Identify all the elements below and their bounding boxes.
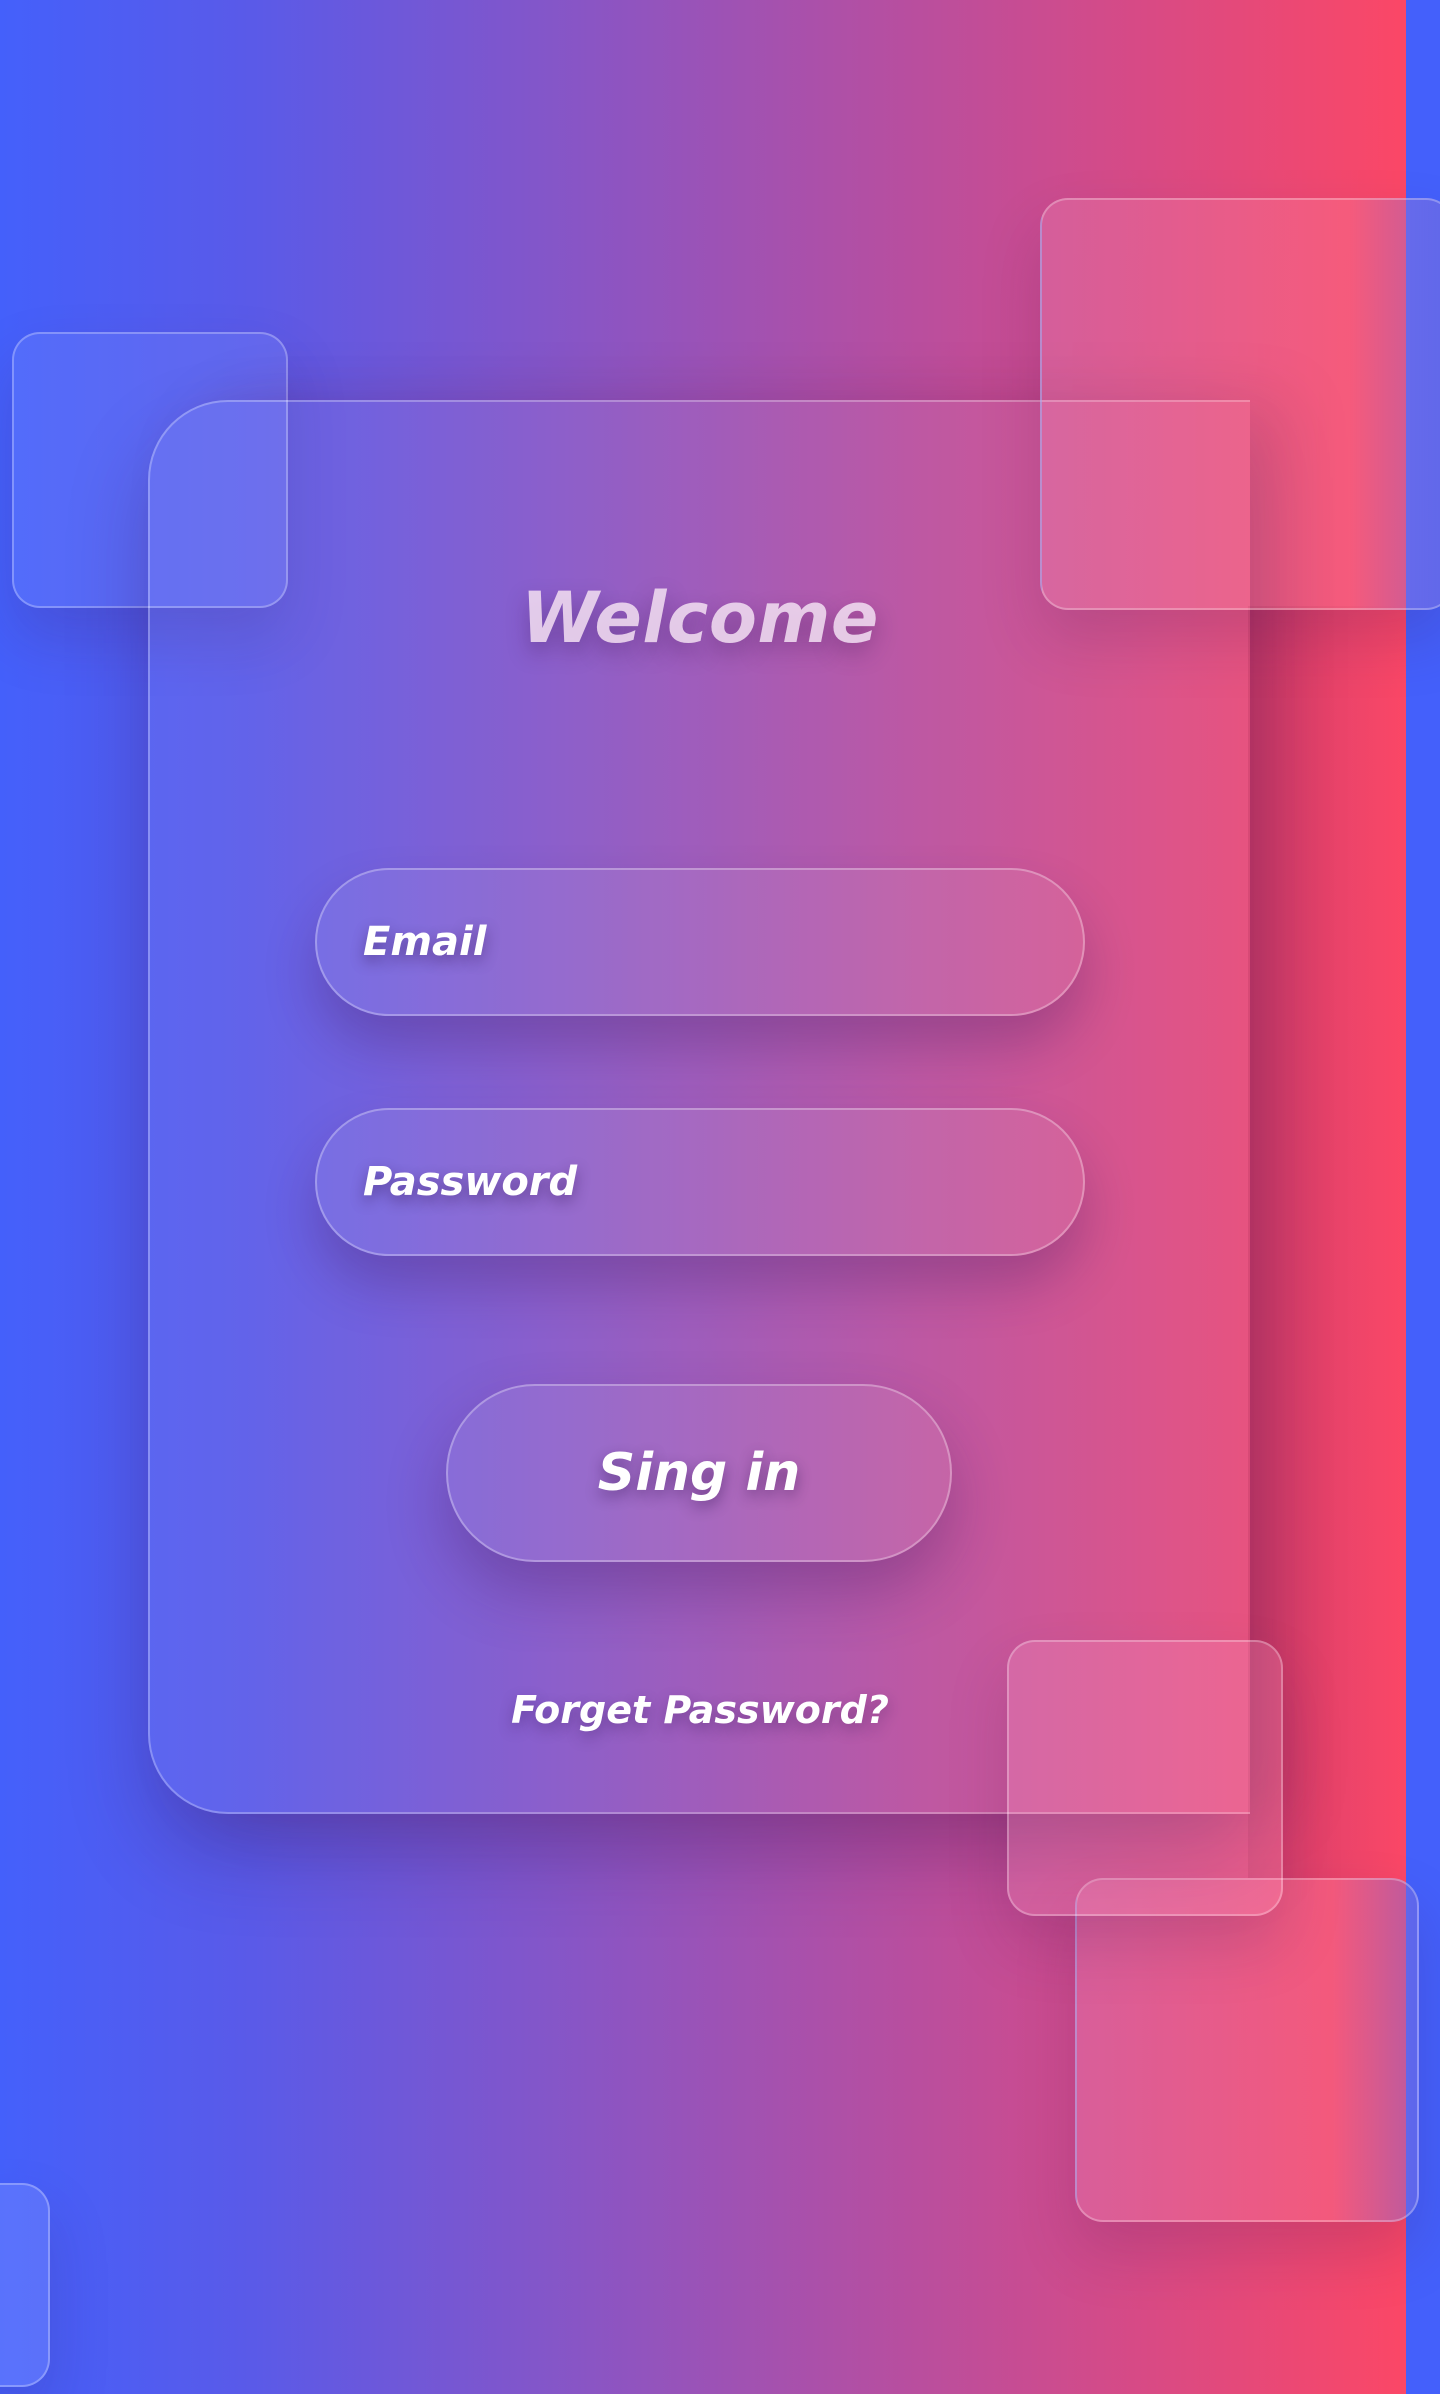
password-placeholder: Password (363, 1159, 578, 1205)
decorative-glass-square-top-right (1040, 198, 1440, 610)
email-field[interactable]: Email (315, 868, 1085, 1016)
decorative-glass-square-mid-right (1007, 1640, 1283, 1916)
password-field[interactable]: Password (315, 1108, 1085, 1256)
login-card: Welcome Email Password Sing in Forget Pa… (148, 400, 1250, 1814)
decorative-glass-square-bottom-right (1075, 1878, 1419, 2222)
sign-in-label: Sing in (597, 1443, 801, 1503)
sign-in-button[interactable]: Sing in (446, 1384, 952, 1562)
email-placeholder: Email (363, 919, 487, 965)
decorative-glass-square-bottom-left (0, 2183, 50, 2387)
